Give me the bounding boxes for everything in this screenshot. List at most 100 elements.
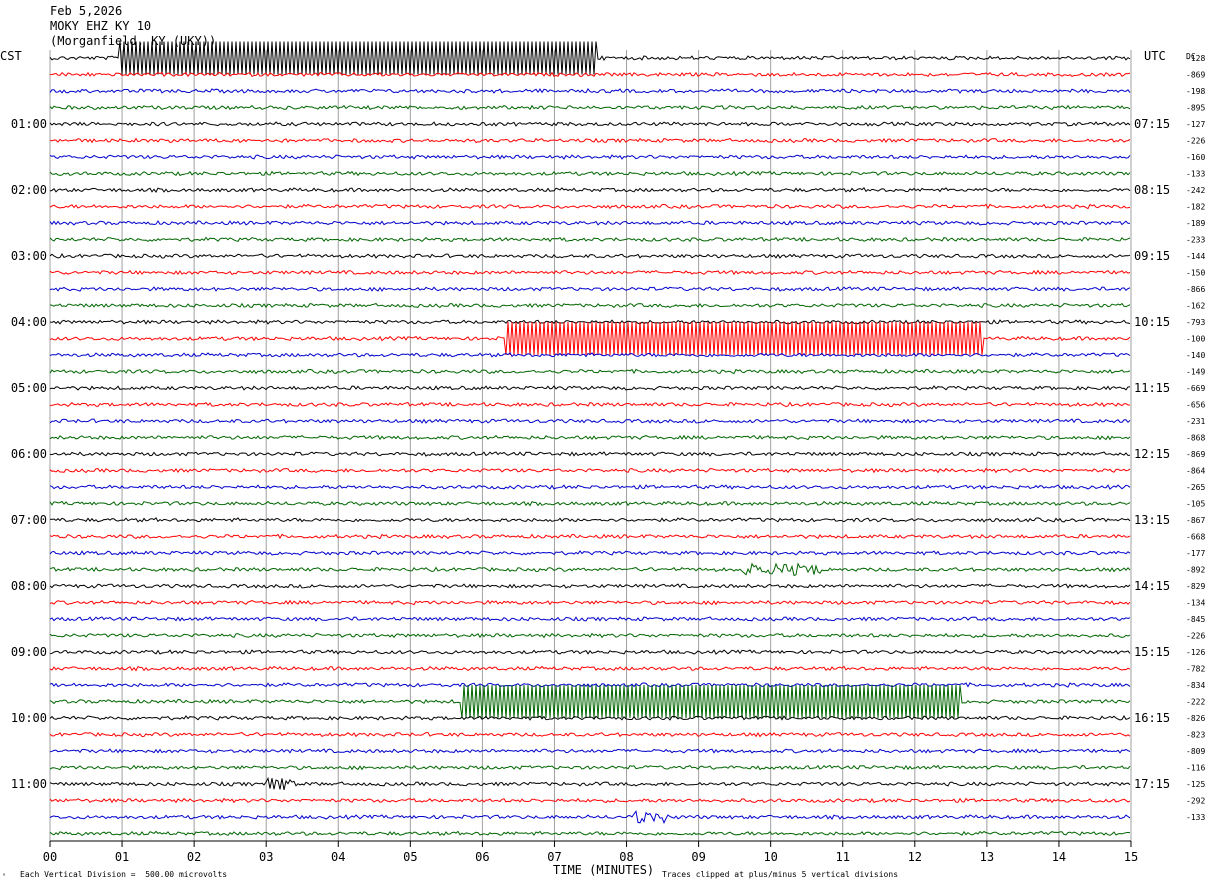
dc-offset-label: -834 xyxy=(1186,681,1205,690)
right-hour-label: 13:15 xyxy=(1134,513,1170,527)
location-label: (Morganfield, KY (UKY)) xyxy=(50,34,217,48)
dc-offset-label: -222 xyxy=(1186,698,1205,707)
dc-offset-label: -231 xyxy=(1186,417,1205,426)
x-tick-label: 02 xyxy=(187,850,201,864)
right-hour-label: 11:15 xyxy=(1134,381,1170,395)
x-tick-label: 06 xyxy=(475,850,489,864)
trace-line xyxy=(49,550,1131,556)
left-hour-label: 03:00 xyxy=(11,249,47,263)
trace-line xyxy=(49,583,1131,589)
trace-line xyxy=(49,401,1130,408)
left-hour-label: 02:00 xyxy=(11,183,47,197)
dc-offset-label: -226 xyxy=(1186,632,1205,641)
trace-line xyxy=(49,321,1131,356)
trace-line xyxy=(49,286,1131,292)
x-axis-title: TIME (MINUTES) xyxy=(553,863,655,877)
trace-line xyxy=(49,562,1131,577)
dc-offset-label: -105 xyxy=(1186,500,1205,509)
dc-offset-label: -134 xyxy=(1186,599,1205,608)
dc-offset-label: -189 xyxy=(1186,219,1205,228)
dc-offset-label: -182 xyxy=(1186,203,1205,212)
dc-offset-label: -895 xyxy=(1186,104,1205,113)
trace-line xyxy=(49,137,1131,144)
dc-offset-label: -140 xyxy=(1186,351,1205,360)
trace-line xyxy=(49,731,1131,738)
dc-offset-label: -233 xyxy=(1186,236,1205,245)
dc-header-label: DC xyxy=(1186,52,1196,61)
trace-line xyxy=(49,682,1131,688)
trace-line xyxy=(49,748,1131,754)
scale-marker-icon: ˣ xyxy=(2,872,7,880)
left-timezone-label: CST xyxy=(0,49,22,63)
left-hour-label: 08:00 xyxy=(11,579,47,593)
trace-line xyxy=(49,467,1131,474)
x-tick-label: 08 xyxy=(619,850,633,864)
x-tick-label: 05 xyxy=(403,850,417,864)
left-hour-label: 07:00 xyxy=(11,513,47,527)
x-tick-label: 10 xyxy=(763,850,777,864)
right-hour-label: 16:15 xyxy=(1134,711,1170,725)
trace-line xyxy=(49,220,1131,226)
dc-offset-label: -829 xyxy=(1186,582,1205,591)
date-label: Feb 5,2026 xyxy=(50,4,123,18)
trace-line xyxy=(49,533,1131,540)
dc-offset-label: -869 xyxy=(1186,71,1205,80)
left-hour-label: 11:00 xyxy=(11,777,47,791)
trace-line xyxy=(49,368,1131,375)
dc-offset-label: -826 xyxy=(1186,714,1205,723)
dc-offset-label: -125 xyxy=(1186,780,1205,789)
trace-line xyxy=(49,484,1131,490)
dc-offset-label: -149 xyxy=(1186,368,1205,377)
dc-offset-label: -869 xyxy=(1186,450,1205,459)
right-time-labels: 07:15 08:15 09:15 10:15 11:15 12:15 13:15 14:15… xyxy=(1134,117,1170,791)
right-hour-label: 15:15 xyxy=(1134,645,1170,659)
dc-offset-labels: -128-869-198-895-127-226-160-133-242-182… xyxy=(1186,54,1205,822)
time-gridlines xyxy=(49,50,1132,841)
trace-line xyxy=(49,616,1131,622)
dc-offset-label: -162 xyxy=(1186,302,1205,311)
dc-offset-label: -845 xyxy=(1186,615,1205,624)
trace-line xyxy=(49,170,1131,177)
seismic-traces xyxy=(49,41,1131,836)
x-tick-label: 01 xyxy=(115,850,129,864)
dc-offset-label: -160 xyxy=(1186,153,1205,162)
dc-offset-label: -867 xyxy=(1186,516,1205,525)
trace-line xyxy=(49,599,1131,606)
dc-offset-label: -656 xyxy=(1186,401,1205,410)
trace-line xyxy=(49,500,1131,507)
left-hour-label: 06:00 xyxy=(11,447,47,461)
trace-line xyxy=(49,830,1131,836)
dc-offset-label: -864 xyxy=(1186,467,1205,476)
trace-line xyxy=(49,203,1131,210)
x-axis-ticks: 00 01 02 03 04 05 06 07 08 09 10 11 12 13 14 15 xyxy=(43,841,1138,864)
dc-offset-label: -782 xyxy=(1186,665,1205,674)
left-hour-label: 10:00 xyxy=(11,711,47,725)
left-hour-label: 04:00 xyxy=(11,315,47,329)
trace-line xyxy=(49,253,1131,259)
trace-line xyxy=(49,810,1131,824)
dc-offset-label: -177 xyxy=(1186,549,1205,558)
left-time-labels: 01:00 02:00 03:00 04:00 05:00 06:00 07:00 08:00… xyxy=(11,117,47,791)
trace-line xyxy=(49,302,1131,309)
trace-line xyxy=(49,121,1131,127)
dc-offset-label: -866 xyxy=(1186,285,1205,294)
x-tick-label: 09 xyxy=(691,850,705,864)
trace-line xyxy=(49,104,1131,111)
dc-offset-label: -242 xyxy=(1186,186,1205,195)
dc-offset-label: -669 xyxy=(1186,384,1205,393)
scale-note: Each Vertical Division = 500.00 microvol… xyxy=(20,870,228,879)
right-timezone-label: UTC xyxy=(1144,49,1166,63)
right-hour-label: 08:15 xyxy=(1134,183,1170,197)
trace-line xyxy=(49,797,1131,804)
right-hour-label: 12:15 xyxy=(1134,447,1170,461)
dc-offset-label: -265 xyxy=(1186,483,1205,492)
dc-offset-label: -793 xyxy=(1186,318,1205,327)
x-tick-label: 00 xyxy=(43,850,57,864)
x-tick-label: 04 xyxy=(331,850,345,864)
x-tick-label: 15 xyxy=(1124,850,1138,864)
trace-line xyxy=(49,434,1131,441)
x-tick-label: 03 xyxy=(259,850,273,864)
dc-offset-label: -144 xyxy=(1186,252,1205,261)
x-tick-label: 12 xyxy=(908,850,922,864)
station-label: MOKY EHZ KY 10 xyxy=(50,19,152,33)
